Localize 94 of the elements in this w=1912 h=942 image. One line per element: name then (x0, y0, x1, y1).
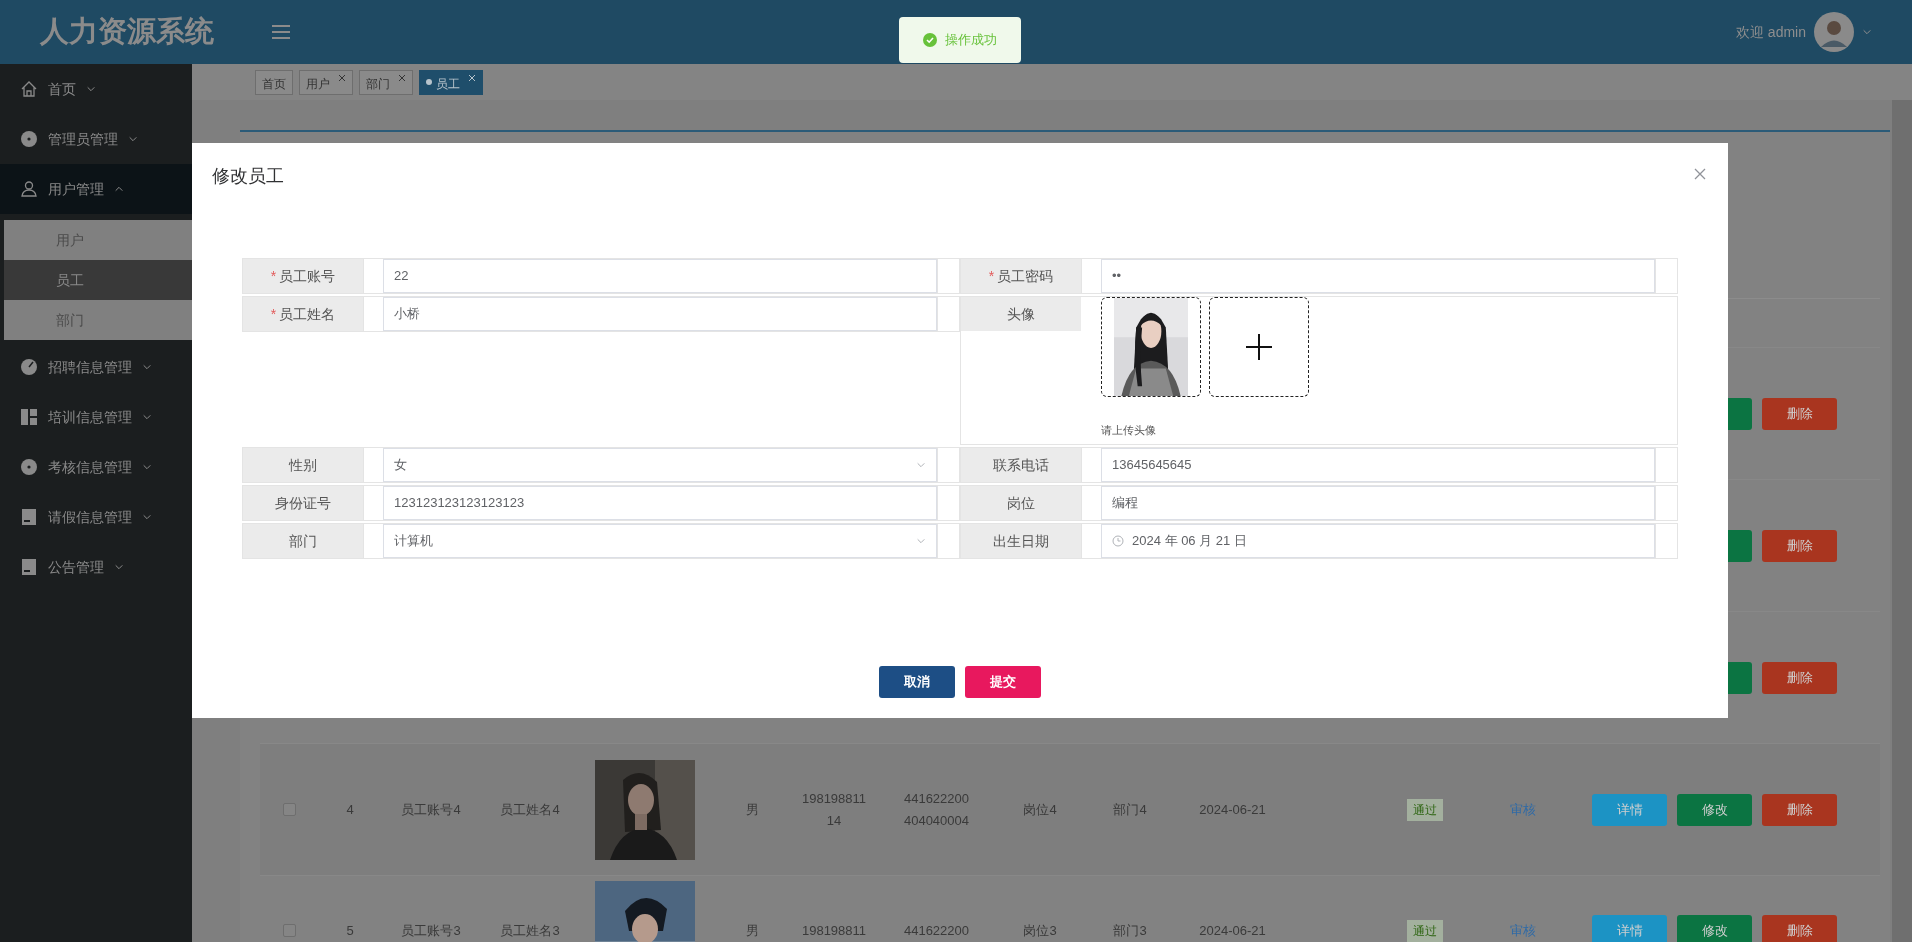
caret-down-icon (916, 536, 926, 546)
disc-icon (20, 458, 38, 476)
document-icon (20, 558, 38, 576)
close-icon[interactable] (398, 73, 406, 82)
select-field[interactable]: 女 (383, 448, 937, 482)
input-field[interactable]: 22 (383, 259, 937, 293)
required-mark: * (270, 304, 277, 324)
grid-icon (20, 408, 38, 426)
edit-button[interactable]: 修改 (1677, 793, 1752, 826)
user-icon (20, 180, 38, 198)
table-cell-text: 4 (346, 800, 354, 819)
delete-button[interactable]: 删除 (1762, 397, 1837, 430)
table-cell-text: 441622200 404040004 (903, 789, 970, 830)
upload-button[interactable] (1209, 297, 1309, 397)
upload-hint: 请上传头像 (1101, 423, 1156, 438)
field-label: 性别 (289, 455, 317, 475)
table-cell-text: 198198811 14 (801, 789, 867, 830)
menu-label: 用户管理 (48, 179, 104, 199)
select-value: 计算机 (394, 532, 433, 551)
field-label: 员工账号 (279, 266, 336, 286)
status-badge: 通过 (1407, 919, 1443, 942)
table-cell-text: 198198811 (801, 921, 867, 940)
table-cell-text: 员工账号3 (401, 921, 461, 940)
submenu-item[interactable]: 员工 (4, 260, 192, 300)
menu-label: 请假信息管理 (48, 507, 132, 527)
disc-icon (20, 130, 38, 148)
input-field[interactable]: 13645645645 (1101, 448, 1655, 482)
date-value: 2024 年 06 月 21 日 (1132, 532, 1247, 551)
input-field[interactable]: 编程 (1101, 486, 1655, 520)
select-field[interactable]: 计算机 (383, 524, 937, 558)
detail-button[interactable]: 详情 (1592, 914, 1667, 942)
date-field[interactable]: 2024 年 06 月 21 日 (1101, 524, 1655, 558)
delete-button[interactable]: 删除 (1762, 529, 1837, 562)
caret-down-icon (1862, 27, 1872, 37)
table-cell-text: 2024-06-21 (1199, 921, 1266, 940)
table-cell-text: 部门3 (1113, 921, 1147, 940)
table-cell-text: 441622200 (903, 921, 970, 940)
tab[interactable]: 首页 (255, 69, 293, 95)
delete-button[interactable]: 删除 (1762, 793, 1837, 826)
menu-label: 管理员管理 (48, 129, 118, 149)
close-icon[interactable] (1694, 168, 1706, 180)
home-icon (20, 80, 38, 98)
tab[interactable]: 用户 (299, 69, 353, 95)
select-value: 女 (394, 456, 407, 475)
close-icon[interactable] (338, 73, 346, 82)
avatar-thumbnail[interactable] (1101, 297, 1201, 397)
tab[interactable]: 部门 (359, 69, 413, 95)
caret-down-icon (916, 460, 926, 470)
check-circle-icon (923, 33, 937, 47)
table-cell-text: 2024-06-21 (1199, 800, 1266, 819)
delete-button[interactable]: 删除 (1762, 914, 1837, 942)
clock-icon (1112, 535, 1124, 547)
cancel-button[interactable]: 取消 (879, 666, 955, 698)
tab[interactable]: 员工 (419, 69, 483, 95)
field-label: 员工密码 (997, 266, 1054, 286)
input-field[interactable]: •• (1101, 259, 1655, 293)
field-label: 头像 (1007, 304, 1035, 324)
field-label: 出生日期 (993, 531, 1049, 551)
required-mark: * (988, 266, 995, 286)
toast-message: 操作成功 (945, 31, 997, 50)
input-field[interactable]: 123123123123123123 (383, 486, 937, 520)
welcome-text: 欢迎 admin (1735, 22, 1806, 42)
table-cell-text: 岗位3 (1023, 921, 1057, 940)
dialog-title: 修改员工 (212, 165, 284, 188)
table-cell-text: 员工姓名4 (500, 800, 560, 819)
field-label: 岗位 (1007, 493, 1035, 513)
delete-button[interactable]: 删除 (1762, 661, 1837, 694)
table-cell-text: 岗位4 (1023, 800, 1057, 819)
menu-label: 培训信息管理 (48, 407, 132, 427)
detail-button[interactable]: 详情 (1592, 793, 1667, 826)
document-icon (20, 508, 38, 526)
app-logo-title: 人力资源系统 (40, 14, 214, 50)
menu-label: 考核信息管理 (48, 457, 132, 477)
table-cell-text: 员工姓名3 (500, 921, 560, 940)
menu-icon[interactable] (272, 25, 290, 39)
table-cell-text: 男 (746, 921, 759, 940)
table-cell-text: 员工账号4 (401, 800, 461, 819)
status-badge: 通过 (1407, 798, 1443, 821)
table-cell-text: 男 (746, 800, 759, 819)
user-avatar[interactable] (1814, 12, 1854, 52)
menu-label: 招聘信息管理 (48, 357, 132, 377)
edit-button[interactable]: 修改 (1677, 914, 1752, 942)
field-label: 联系电话 (993, 455, 1049, 475)
field-label: 身份证号 (275, 493, 331, 513)
required-mark: * (270, 266, 277, 286)
field-label: 员工姓名 (279, 304, 336, 324)
plus-icon (1246, 334, 1272, 360)
field-label: 部门 (289, 531, 317, 551)
menu-label: 公告管理 (48, 557, 104, 577)
menu-label: 首页 (48, 79, 76, 99)
input-field[interactable]: 小桥 (383, 297, 937, 331)
table-cell-text: 5 (346, 921, 354, 940)
submit-button[interactable]: 提交 (965, 666, 1041, 698)
gauge-icon (20, 358, 38, 376)
